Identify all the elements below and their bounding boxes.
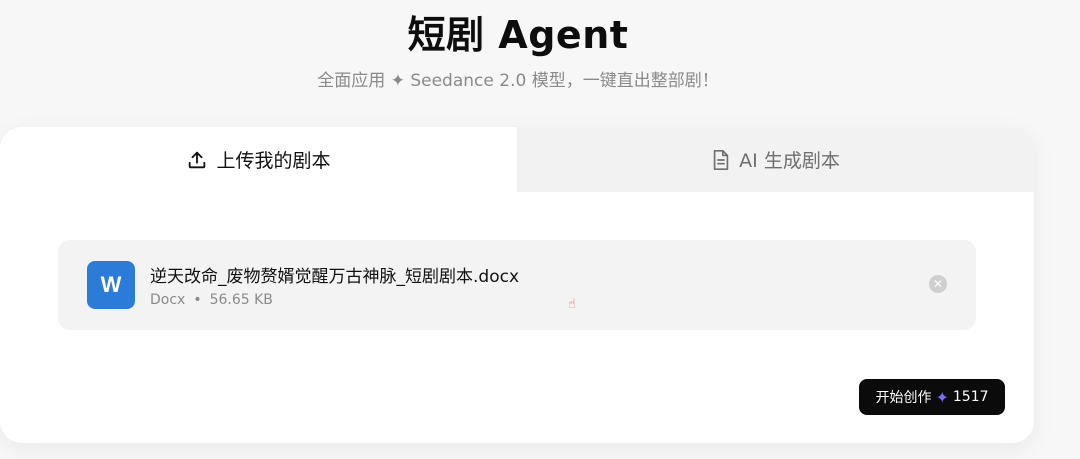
close-icon: ✕ xyxy=(932,277,944,291)
page-title: 短剧 Agent xyxy=(407,13,629,57)
file-name: 逆天改命_废物赘婿觉醒万古神脉_短剧剧本.docx xyxy=(150,267,520,287)
credits-count: 1517 xyxy=(952,389,989,405)
meta-separator: • xyxy=(193,292,202,308)
remove-file-button[interactable]: ✕ xyxy=(929,275,947,293)
file-size: 56.65 KB xyxy=(209,292,273,308)
tab-ai-label: AI 生成剧本 xyxy=(739,150,840,172)
word-file-icon: W xyxy=(87,261,135,309)
upload-icon xyxy=(186,149,208,171)
tab-upload-script[interactable]: 上传我的剧本 xyxy=(0,127,517,192)
pointer-cursor-icon: ☝ xyxy=(568,297,576,312)
uploaded-file-item: W 逆天改命_废物赘婿觉醒万古神脉_短剧剧本.docx Docx • 56.65… xyxy=(58,240,976,330)
document-icon xyxy=(711,149,731,171)
tab-ai-generate-script[interactable]: AI 生成剧本 xyxy=(517,127,1034,192)
page-subtitle: 全面应用 ✦ Seedance 2.0 模型，一键直出整部剧！ xyxy=(317,71,719,91)
sparkle-icon: ✦ xyxy=(935,387,949,407)
tab-upload-label: 上传我的剧本 xyxy=(216,150,331,172)
file-type: Docx xyxy=(150,292,186,308)
file-meta: Docx • 56.65 KB xyxy=(150,292,273,308)
start-button-label: 开始创作 xyxy=(875,390,932,406)
start-creating-button[interactable]: 开始创作 ✦ 1517 xyxy=(859,379,1005,415)
